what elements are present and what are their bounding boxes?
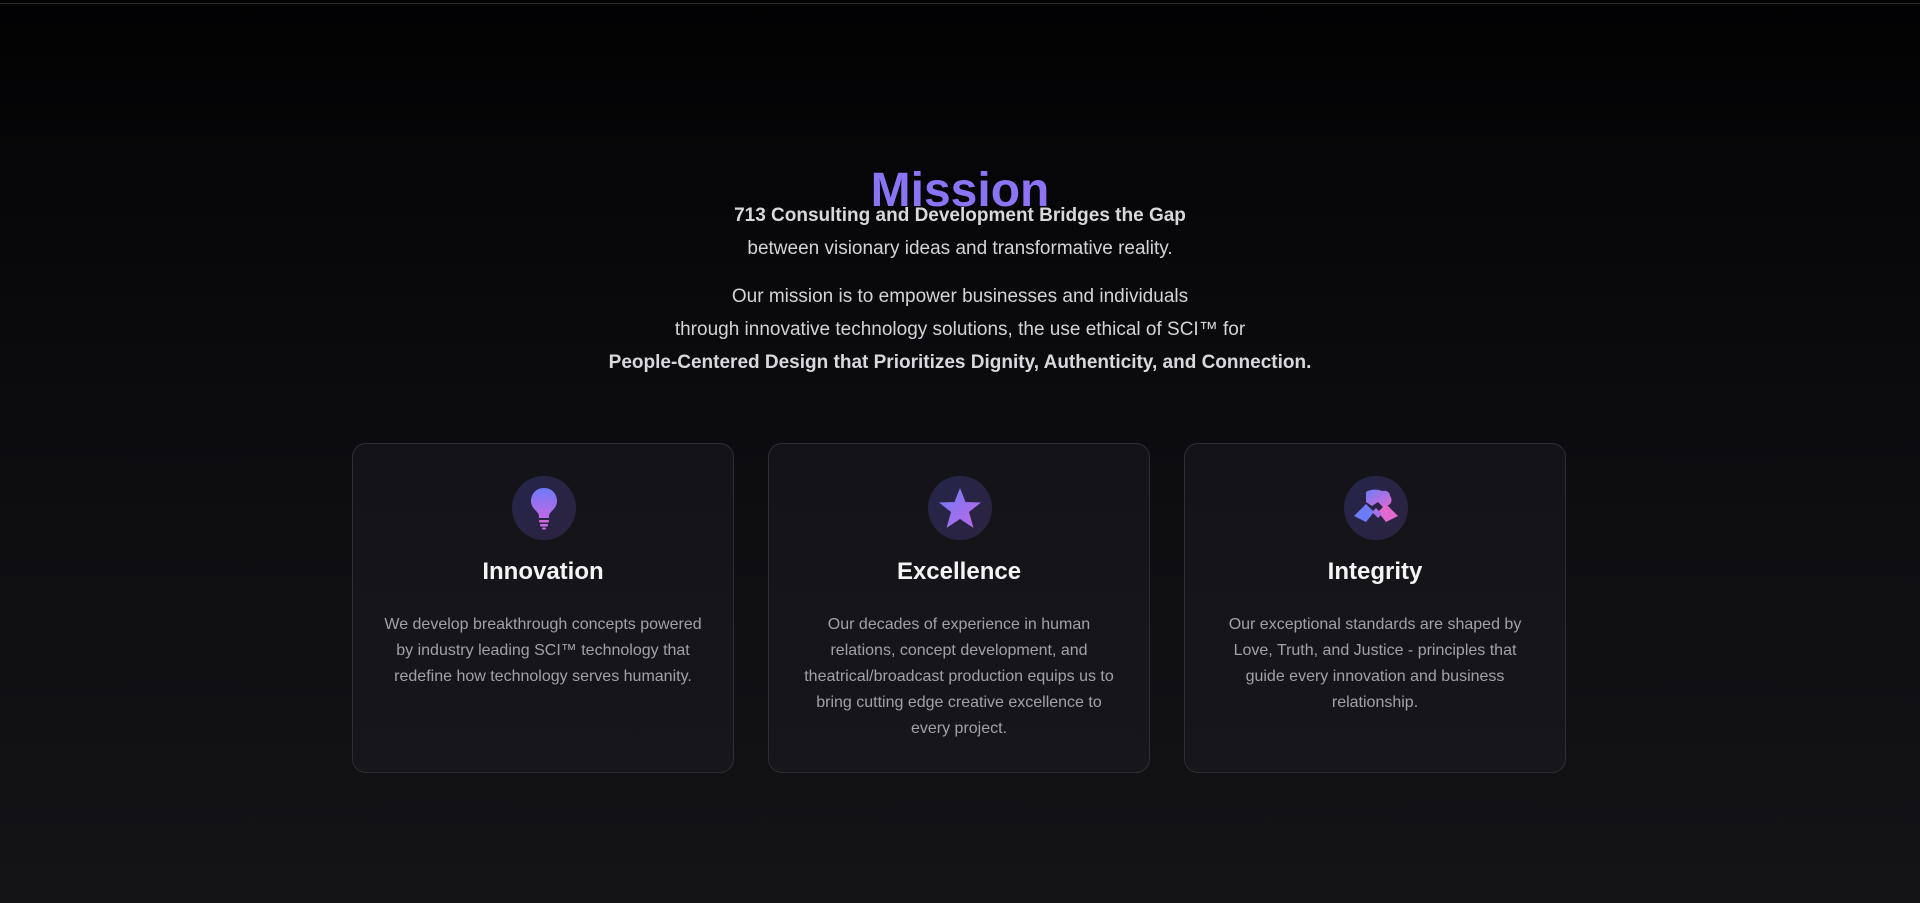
card-title: Integrity — [1327, 558, 1423, 585]
value-card-excellence: Excellence Our decades of experience in … — [768, 443, 1150, 773]
lead-bold-text: 713 Consulting and Development Bridges t… — [734, 205, 1186, 226]
mission-statement: Our mission is to empower businesses and… — [0, 280, 1920, 379]
card-description: Our decades of experience in human relat… — [804, 616, 1114, 737]
icon-circle — [928, 476, 992, 540]
mission-section: Mission 713 Consulting and Development B… — [0, 0, 1920, 903]
statement-bold-line: People-Centered Design that Prioritizes … — [608, 352, 1312, 373]
card-title: Excellence — [896, 558, 1022, 585]
value-card-integrity: Integrity Our exceptional standards are … — [1184, 443, 1566, 773]
lead-text: between visionary ideas and transformati… — [747, 238, 1173, 259]
mission-lead: 713 Consulting and Development Bridges t… — [0, 199, 1920, 265]
lightbulb-icon — [531, 488, 557, 530]
card-title: Innovation — [482, 558, 604, 585]
card-description: Our exceptional standards are shaped by … — [1228, 616, 1522, 711]
icon-circle — [1344, 476, 1408, 540]
value-card-innovation: Innovation We develop breakthrough conce… — [352, 443, 734, 773]
statement-line-2: through innovative technology solutions,… — [674, 319, 1246, 340]
statement-line-1: Our mission is to empower businesses and… — [731, 286, 1189, 307]
values-cards: Innovation We develop breakthrough conce… — [352, 443, 1568, 775]
handshake-icon — [1354, 489, 1398, 522]
star-icon — [939, 488, 981, 528]
card-description: We develop breakthrough concepts powered… — [384, 616, 702, 685]
icon-circle — [512, 476, 576, 540]
